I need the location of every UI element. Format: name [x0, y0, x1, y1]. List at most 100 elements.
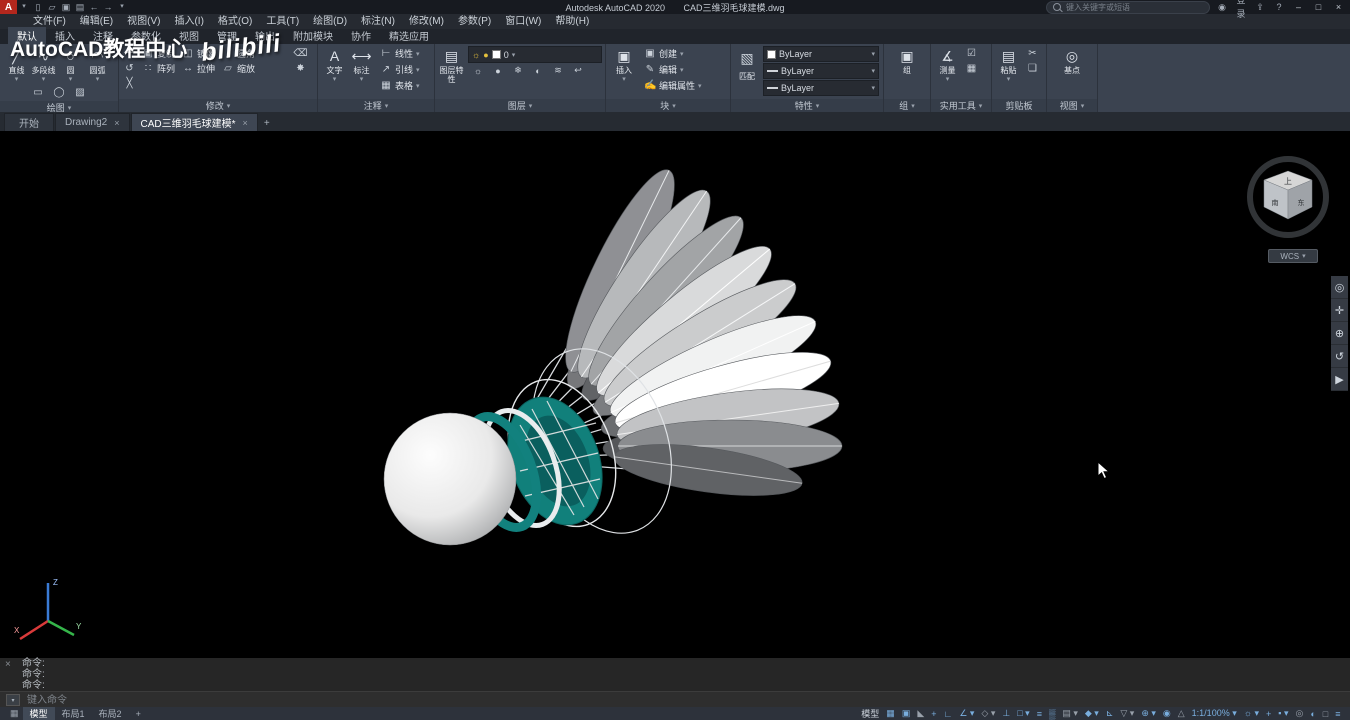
base-point-button[interactable]: ◎ 基点 [1059, 46, 1086, 75]
qat-caret-icon[interactable]: ▾ [115, 0, 129, 14]
ellipse-icon[interactable]: ◯ [52, 85, 67, 99]
signin-label[interactable]: 登录 [1234, 0, 1248, 21]
rotate-button[interactable]: ↺ [122, 61, 137, 75]
viewcube-top-label[interactable]: 上 [1284, 177, 1292, 186]
add-layout-button[interactable]: + [129, 707, 148, 720]
move-button[interactable]: ✛ [122, 46, 137, 60]
close-button[interactable]: × [1331, 2, 1346, 12]
explode-icon[interactable]: ✸ [293, 61, 308, 75]
quick-select-icon[interactable]: ☑ [964, 46, 979, 60]
match-properties-button[interactable]: ▧ [740, 46, 755, 70]
share-icon[interactable]: ⇪ [1253, 0, 1267, 14]
app-logo[interactable]: A [0, 0, 17, 14]
help-icon[interactable]: ? [1272, 0, 1286, 14]
insert-block-button[interactable]: ▣ 插入 ▾ [609, 46, 639, 84]
create-block-button[interactable]: ▣ 创建 ▾ [642, 46, 704, 61]
pan-icon[interactable]: ✛ [1331, 299, 1348, 322]
new-tab-button[interactable]: + [259, 118, 275, 131]
annotation-monitor-icon[interactable]: + [1263, 707, 1275, 720]
linear-dimension-button[interactable]: ⊢ 线性 ▾ [378, 46, 422, 61]
fillet-button[interactable]: ◞ 圆角 [220, 46, 260, 61]
3d-osnap-icon[interactable]: ◆ ▾ [1081, 707, 1102, 720]
text-button[interactable]: A 文字 ▾ [321, 46, 348, 84]
selection-cycling-icon[interactable]: ▤ ▾ [1059, 707, 1082, 720]
gizmo-icon[interactable]: ⊕ ▾ [1138, 707, 1160, 720]
wcs-selector[interactable]: WCS ▾ [1268, 249, 1318, 263]
panel-title-clipboard[interactable]: 剪贴板 [992, 99, 1046, 112]
selection-filter-icon[interactable]: ▽ ▾ [1117, 707, 1138, 720]
dynamic-input-icon[interactable]: + [928, 707, 940, 720]
panel-title-layers[interactable]: 图层 ▾ [435, 99, 605, 112]
customize-icon[interactable]: ≡ [1332, 707, 1344, 720]
clean-screen-icon[interactable]: □ [1319, 707, 1331, 720]
osnap-tracking-icon[interactable]: ⊥ [999, 707, 1014, 720]
close-tab-icon[interactable]: × [114, 118, 119, 128]
viewcube-right-label[interactable]: 东 [1298, 198, 1305, 207]
layer-lock-icon[interactable]: ◐ [528, 64, 548, 77]
panel-title-properties[interactable]: 特性 ▾ [731, 99, 883, 112]
menu-item[interactable]: 帮助(H) [548, 14, 596, 29]
lineweight-select[interactable]: ByLayer ▾ [763, 63, 879, 79]
ribbon-tab-annotate[interactable]: 注释 [84, 27, 122, 44]
circle-button[interactable]: ○ 圆 ▾ [57, 46, 84, 84]
layout2-tab[interactable]: 布局2 [92, 707, 129, 720]
scale-button[interactable]: ▱ 缩放 [220, 61, 260, 76]
layout1-tab[interactable]: 布局1 [55, 707, 92, 720]
layer-freeze-icon[interactable]: ❄ [508, 64, 528, 77]
viewcube-left-label[interactable]: 南 [1272, 198, 1279, 207]
edit-attributes-button[interactable]: ✍ 编辑属性 ▾ [642, 78, 704, 93]
ribbon-tab-addins[interactable]: 附加模块 [284, 27, 342, 44]
layer-prev-icon[interactable]: ↩ [568, 64, 588, 77]
leader-button[interactable]: ↗ 引线 ▾ [378, 62, 422, 77]
paste-button[interactable]: ▤ 粘贴 ▾ [995, 46, 1022, 84]
panel-title-utilities[interactable]: 实用工具 ▾ [931, 99, 991, 112]
undo-icon[interactable]: ← [87, 0, 101, 14]
viewcube[interactable]: 上 南 东 [1240, 147, 1336, 247]
line-button[interactable]: ╱ 直线 ▾ [3, 46, 30, 84]
mirror-button[interactable]: ◫ 镜像 [180, 46, 220, 61]
ribbon-tab-home[interactable]: 默认 [8, 27, 46, 44]
isodraft-icon[interactable]: ◇ ▾ [978, 707, 999, 720]
layer-match-icon[interactable]: ≋ [548, 64, 568, 77]
panel-title-block[interactable]: 块 ▾ [606, 99, 730, 112]
layer-select[interactable]: ☼ ● 0 ▾ [468, 46, 602, 63]
new-file-icon[interactable]: ▯ [31, 0, 45, 14]
save-icon[interactable]: ▣ [59, 0, 73, 14]
erase-icon[interactable]: ⌫ [293, 46, 308, 60]
file-tab-drawing2[interactable]: Drawing2 × [55, 113, 130, 131]
ribbon-tab-view[interactable]: 视图 [170, 27, 208, 44]
workspace-switching-icon[interactable]: ☼ ▾ [1240, 707, 1262, 720]
dynamic-ucs-icon[interactable]: ⊾ [1102, 707, 1117, 720]
table-button[interactable]: ▦ 表格 ▾ [378, 78, 422, 93]
rectangle-icon[interactable]: ▭ [31, 85, 46, 99]
snap-icon[interactable]: ▣ [898, 707, 914, 720]
ui-lock-icon[interactable]: ▪ ▾ [1275, 707, 1292, 720]
isolate-objects-icon[interactable]: ◎ [1292, 707, 1307, 720]
measure-button[interactable]: ∡ 测量 ▾ [934, 46, 961, 84]
edit-block-button[interactable]: ✎ 编辑 ▾ [642, 62, 704, 77]
infer-constraints-icon[interactable]: ◣ [914, 707, 928, 720]
menu-item[interactable]: 窗口(W) [498, 14, 548, 29]
quick-calc-icon[interactable]: ▦ [964, 61, 979, 75]
user-icon[interactable]: ◉ [1215, 0, 1229, 14]
ribbon-tab-parametric[interactable]: 参数化 [122, 27, 170, 44]
graphics-performance-icon[interactable]: ◐ [1307, 707, 1319, 720]
autoscale-icon[interactable]: △ [1174, 707, 1188, 720]
ribbon-tab-insert[interactable]: 插入 [46, 27, 84, 44]
model-tab[interactable]: 模型 [22, 707, 55, 720]
search-input[interactable] [1064, 1, 1188, 13]
layer-isolate-icon[interactable]: ● [488, 64, 508, 77]
showmotion-icon[interactable]: ▶ [1331, 368, 1348, 391]
ribbon-tab-manage[interactable]: 管理 [208, 27, 246, 44]
group-button[interactable]: ▣ 组 [894, 46, 921, 75]
grid-icon[interactable]: ▦ [883, 707, 899, 720]
annotation-scale-button[interactable]: 1:1/100% ▾ [1188, 707, 1240, 720]
model-space-button[interactable]: 模型 [858, 707, 883, 720]
trim-button[interactable]: ╳ [122, 76, 137, 90]
drawing-canvas[interactable]: 上 南 东 WCS ▾ ◎ ✛ ⊕ ↺ ▶ Z X Y [0, 131, 1350, 657]
osnap-icon[interactable]: □ ▾ [1014, 707, 1033, 720]
ribbon-tab-collaborate[interactable]: 协作 [342, 27, 380, 44]
object-color-select[interactable]: ByLayer ▾ [763, 46, 879, 62]
copy-clip-icon[interactable]: ❏ [1025, 61, 1040, 75]
minimize-button[interactable]: – [1291, 2, 1306, 12]
